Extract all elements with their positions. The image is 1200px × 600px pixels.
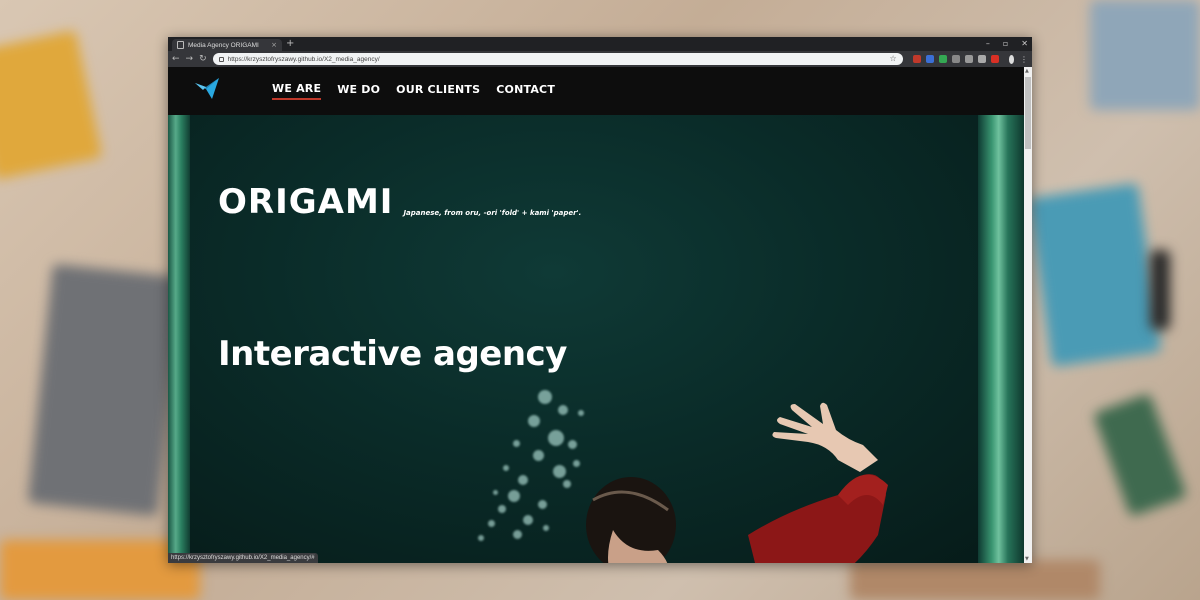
extensions-area	[912, 55, 999, 63]
bookmark-star-icon[interactable]: ☆	[889, 55, 896, 63]
minimize-icon[interactable]: –	[986, 38, 990, 49]
extension-icon[interactable]	[938, 55, 947, 63]
nav-item-we-are[interactable]: WE ARE	[272, 82, 322, 100]
web-page: ORIGAMI Japanese, from oru, -ori 'fold' …	[168, 67, 1024, 563]
extension-icon[interactable]	[925, 55, 934, 63]
scroll-down-icon[interactable]: ▼	[1025, 556, 1029, 562]
window-controls: – ▫ ✕	[986, 38, 1028, 49]
brand-definition: Japanese, from oru, -ori 'fold' + kami '…	[403, 209, 582, 217]
scroll-thumb[interactable]	[1025, 77, 1031, 149]
tank-glass-right	[978, 115, 1024, 563]
back-icon[interactable]: ←	[172, 54, 180, 64]
menu-kebab-icon[interactable]: ⋮	[1020, 55, 1028, 64]
extension-icon[interactable]	[951, 55, 960, 63]
nav-item-we-do[interactable]: WE DO	[337, 83, 380, 99]
brand-block: ORIGAMI Japanese, from oru, -ori 'fold' …	[218, 185, 581, 219]
reload-icon[interactable]: ↻	[199, 54, 207, 64]
page-icon	[177, 41, 184, 49]
page-scrollbar[interactable]: ▲ ▼	[1024, 67, 1032, 563]
address-bar[interactable]: https://krzysztofryszawy.github.io/X2_me…	[212, 53, 903, 65]
tank-glass-left	[168, 115, 190, 563]
site-navbar: WE ARE WE DO OUR CLIENTS CONTACT	[168, 67, 1024, 115]
lock-icon	[218, 56, 224, 62]
extension-icon[interactable]	[977, 55, 986, 63]
main-menu: WE ARE WE DO OUR CLIENTS CONTACT	[272, 67, 555, 115]
browser-window: Media Agency ORIGAMI × + – ▫ ✕ ← → ↻ htt…	[168, 37, 1032, 563]
scroll-up-icon[interactable]: ▲	[1025, 68, 1029, 74]
browser-tab[interactable]: Media Agency ORIGAMI ×	[172, 39, 282, 51]
nav-item-our-clients[interactable]: OUR CLIENTS	[396, 83, 480, 99]
swimmer-hand	[772, 402, 878, 472]
status-bar: https://krzysztofryszawy.github.io/X2_me…	[168, 553, 318, 563]
extension-icon[interactable]	[990, 55, 999, 63]
browser-toolbar: ← → ↻ https://krzysztofryszawy.github.io…	[168, 51, 1032, 67]
forward-icon[interactable]: →	[186, 54, 194, 64]
profile-avatar[interactable]	[1008, 54, 1014, 64]
tab-title: Media Agency ORIGAMI	[188, 41, 259, 49]
close-tab-icon[interactable]: ×	[271, 41, 277, 49]
extension-icon[interactable]	[964, 55, 973, 63]
nav-item-contact[interactable]: CONTACT	[496, 83, 555, 99]
close-window-icon[interactable]: ✕	[1021, 38, 1028, 49]
tab-strip: Media Agency ORIGAMI × + – ▫ ✕	[168, 37, 1032, 51]
new-tab-icon[interactable]: +	[286, 38, 294, 50]
brand-title: ORIGAMI	[218, 182, 394, 222]
swimmer-head	[586, 477, 676, 563]
maximize-icon[interactable]: ▫	[1003, 38, 1008, 49]
extension-icon[interactable]	[912, 55, 921, 63]
origami-bird-icon[interactable]	[194, 75, 220, 101]
hero-section: ORIGAMI Japanese, from oru, -ori 'fold' …	[168, 115, 1024, 563]
url-text: https://krzysztofryszawy.github.io/X2_me…	[227, 55, 380, 63]
tagline: Interactive agency	[218, 334, 567, 374]
